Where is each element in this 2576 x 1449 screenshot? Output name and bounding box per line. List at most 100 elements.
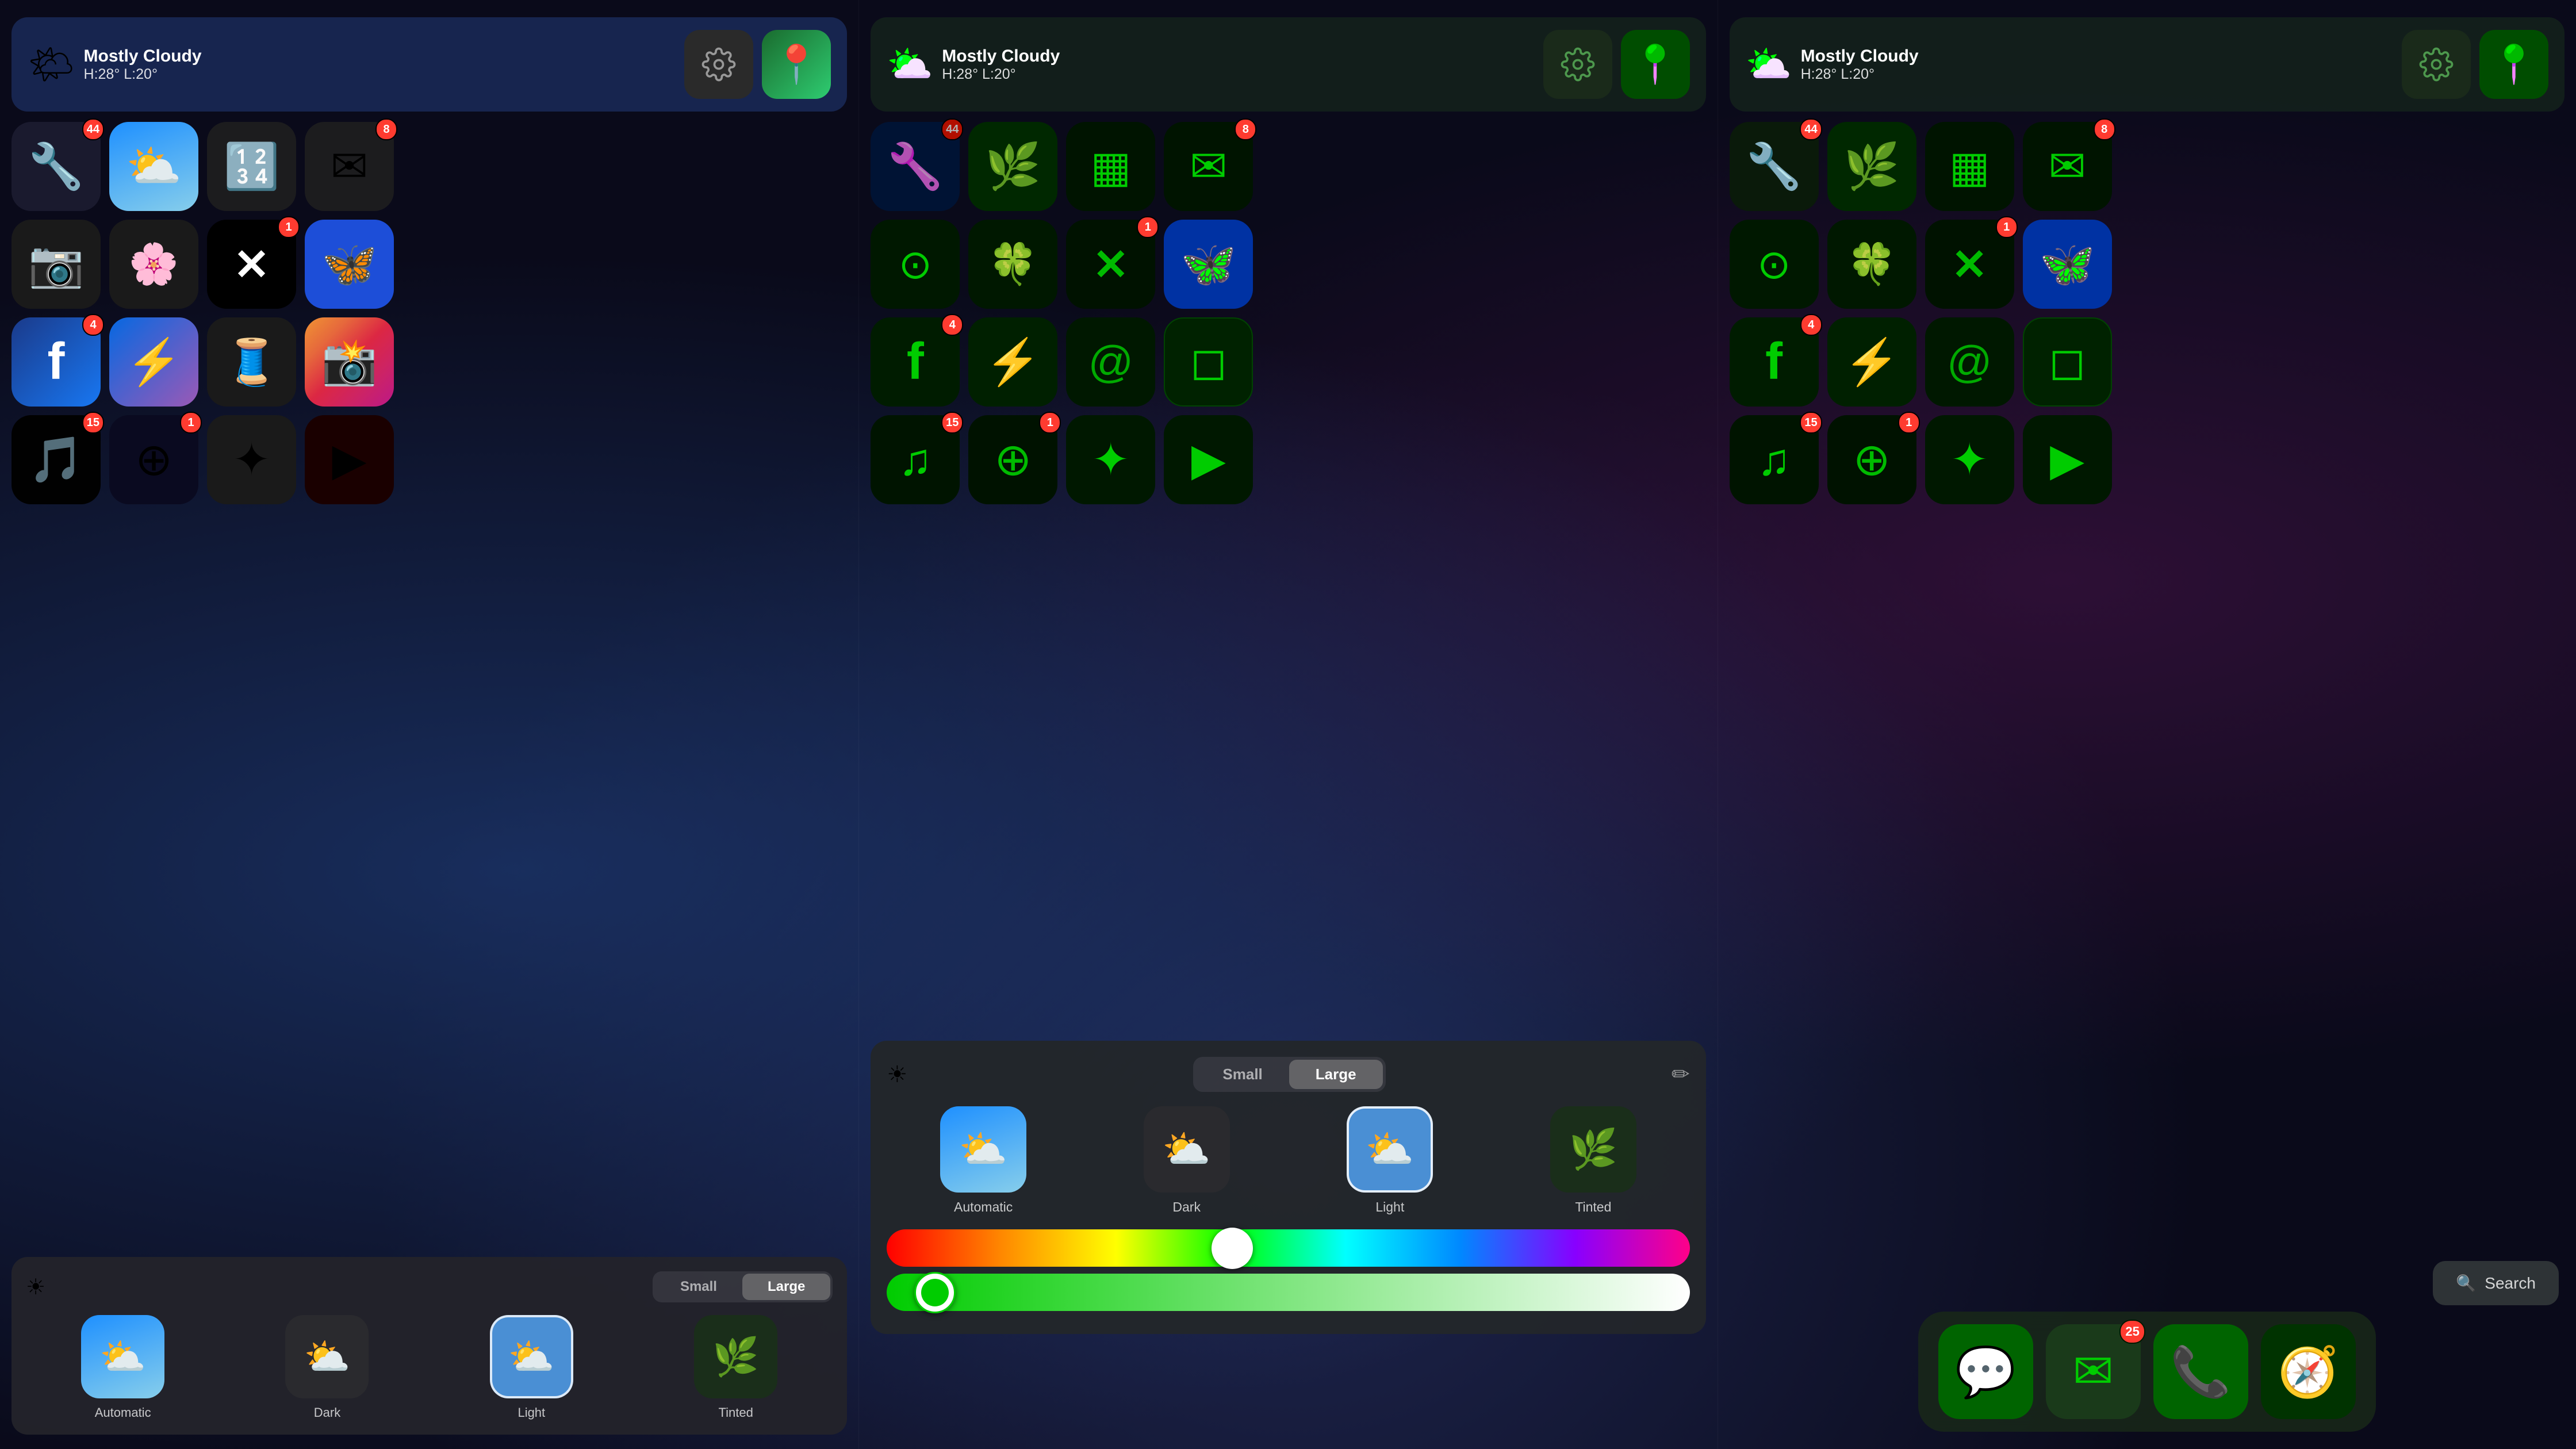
weather-info-col1: Mostly Cloudy H:28° L:20° — [84, 47, 202, 83]
large-btn-small[interactable]: Large — [742, 1274, 830, 1300]
weather-title-col1: Mostly Cloudy — [84, 47, 202, 66]
app-weather-col3[interactable]: 🌿 — [1827, 122, 1916, 211]
green-slider-thumb[interactable] — [914, 1272, 956, 1313]
app-messenger-col1[interactable]: ⚡ — [109, 317, 198, 407]
style-auto-small[interactable]: ⛅ Automatic — [26, 1315, 220, 1420]
app-bluesky-col3[interactable]: 🦋 — [2023, 220, 2112, 309]
weather-icon-col1: 🌤 — [28, 43, 75, 86]
app-capacitor-col2[interactable]: ⊕ 1 — [968, 415, 1057, 504]
app-instruments-col1[interactable]: 🔧 44 — [12, 122, 101, 211]
app-threads-col3[interactable]: @ — [1925, 317, 2014, 407]
app-row-1-col3: 🔧 44 🌿 ▦ ✉ 8 — [1730, 122, 2564, 211]
app-gmail-col1[interactable]: ✉ 8 — [305, 122, 394, 211]
app-instruments-col2[interactable]: 🔧 44 — [871, 122, 960, 211]
app-facebook-col1[interactable]: f 4 — [12, 317, 101, 407]
app-tiktok-col2[interactable]: ♫ 15 — [871, 415, 960, 504]
app-gmail-col2[interactable]: ✉ 8 — [1164, 122, 1253, 211]
app-activity-col2[interactable]: ✦ — [1066, 415, 1155, 504]
rainbow-slider-thumb[interactable] — [1212, 1228, 1253, 1269]
panel-col3-content: ⛅ Mostly Cloudy H:28° L:20° 📍 — [1718, 0, 2576, 1449]
app-twitter-col1[interactable]: ✕ 1 — [207, 220, 296, 309]
green-slider-track[interactable] — [887, 1274, 1689, 1311]
app-row-1-col1: 🔧 44 ⛅ 🔢 ✉ 8 — [12, 122, 847, 211]
app-weather-col1[interactable]: ⛅ — [109, 122, 198, 211]
app-instagram-col2[interactable]: ◻ — [1164, 317, 1253, 407]
settings-icon-col3[interactable] — [2402, 30, 2471, 99]
maps-icon-col1[interactable]: 📍 — [762, 30, 831, 99]
rainbow-slider-track[interactable] — [887, 1229, 1689, 1267]
app-bluesky-col1[interactable]: 🦋 — [305, 220, 394, 309]
small-btn-small[interactable]: Small — [655, 1274, 742, 1300]
small-popup-header: ☀ Small Large — [26, 1271, 833, 1302]
app-calculator-col3[interactable]: ▦ — [1925, 122, 2014, 211]
app-row-4-col1: 🎵 15 ⊕ 1 ✦ ▶ — [12, 415, 847, 504]
app-tiktok-col3[interactable]: ♫ 15 — [1730, 415, 1819, 504]
app-photos-col3[interactable]: 🍀 — [1827, 220, 1916, 309]
app-weather-col2[interactable]: 🌿 — [968, 122, 1057, 211]
app-capacitor-col3[interactable]: ⊕ 1 — [1827, 415, 1916, 504]
weather-info-col3: Mostly Cloudy H:28° L:20° — [1801, 47, 1919, 83]
app-camera-col3[interactable]: ⊙ — [1730, 220, 1819, 309]
style-light-large[interactable]: ⛅ Light — [1293, 1106, 1486, 1215]
settings-icon-col1[interactable] — [684, 30, 753, 99]
app-twitter-col2[interactable]: ✕ 1 — [1066, 220, 1155, 309]
weather-title-col3: Mostly Cloudy — [1801, 47, 1919, 66]
dock-phone[interactable]: 📞 — [2153, 1324, 2248, 1419]
large-btn-large[interactable]: Large — [1289, 1060, 1383, 1089]
small-popup-col1: ☀ Small Large ⛅ Automatic ⛅ Dark — [12, 1257, 847, 1435]
app-activity-col3[interactable]: ✦ — [1925, 415, 2014, 504]
dock-mail[interactable]: ✉ 25 — [2046, 1324, 2141, 1419]
style-dark-small[interactable]: ⛅ Dark — [230, 1315, 424, 1420]
style-tinted-small[interactable]: 🌿 Tinted — [639, 1315, 833, 1420]
small-btn-large[interactable]: Small — [1196, 1060, 1289, 1089]
style-light-small[interactable]: ⛅ Light — [435, 1315, 628, 1420]
panel-col1-content: 🌤 Mostly Cloudy H:28° L:20° 📍 — [0, 0, 858, 1449]
maps-icon-col3[interactable]: 📍 — [2479, 30, 2548, 99]
weather-icon-col3: ⛅ — [1746, 43, 1792, 86]
style-tinted-large[interactable]: 🌿 Tinted — [1497, 1106, 1690, 1215]
app-threads-col2[interactable]: @ — [1066, 317, 1155, 407]
app-messenger-col2[interactable]: ⚡ — [968, 317, 1057, 407]
style-auto-large[interactable]: ⛅ Automatic — [887, 1106, 1080, 1215]
app-youtube-col2[interactable]: ▶ — [1164, 415, 1253, 504]
size-toggle-large[interactable]: Small Large — [1193, 1057, 1385, 1092]
pencil-icon[interactable]: ✏ — [1672, 1061, 1690, 1087]
app-row-2-col3: ⊙ 🍀 ✕ 1 🦋 — [1730, 220, 2564, 309]
size-toggle-small[interactable]: Small Large — [653, 1271, 833, 1302]
dock-compass[interactable]: 🧭 — [2261, 1324, 2356, 1419]
app-bluesky-col2[interactable]: 🦋 — [1164, 220, 1253, 309]
search-icon: 🔍 — [2456, 1274, 2476, 1293]
settings-icon-col2[interactable] — [1543, 30, 1612, 99]
app-row-3-col1: f 4 ⚡ 🧵 📸 — [12, 317, 847, 407]
app-instruments-col3[interactable]: 🔧 44 — [1730, 122, 1819, 211]
search-button-area: 🔍 Search — [2433, 1261, 2559, 1305]
app-tiktok-col1[interactable]: 🎵 15 — [12, 415, 101, 504]
app-capacitor-col1[interactable]: ⊕ 1 — [109, 415, 198, 504]
app-twitter-col3[interactable]: ✕ 1 — [1925, 220, 2014, 309]
app-threads-col1[interactable]: 🧵 — [207, 317, 296, 407]
app-messenger-col3[interactable]: ⚡ — [1827, 317, 1916, 407]
app-facebook-col2[interactable]: f 4 — [871, 317, 960, 407]
app-gmail-col3[interactable]: ✉ 8 — [2023, 122, 2112, 211]
dock-messages[interactable]: 💬 — [1938, 1324, 2033, 1419]
style-options-small: ⛅ Automatic ⛅ Dark ⛅ Light 🌿 Tinted — [26, 1315, 833, 1420]
search-label: Search — [2485, 1274, 2536, 1293]
app-photos-col1[interactable]: 🌸 — [109, 220, 198, 309]
app-youtube-col3[interactable]: ▶ — [2023, 415, 2112, 504]
app-photos-col2[interactable]: 🍀 — [968, 220, 1057, 309]
app-calculator-col1[interactable]: 🔢 — [207, 122, 296, 211]
app-instagram-col1[interactable]: 📸 — [305, 317, 394, 407]
green-slider-container — [887, 1274, 1689, 1311]
app-camera-col2[interactable]: ⊙ — [871, 220, 960, 309]
search-button[interactable]: 🔍 Search — [2433, 1261, 2559, 1305]
large-popup-col2: ☀ Small Large ✏ ⛅ Automatic ⛅ Dark — [871, 1041, 1705, 1334]
maps-icon-col2[interactable]: 📍 — [1621, 30, 1690, 99]
app-facebook-col3[interactable]: f 4 — [1730, 317, 1819, 407]
app-calculator-col2[interactable]: ▦ — [1066, 122, 1155, 211]
style-dark-large[interactable]: ⛅ Dark — [1090, 1106, 1283, 1215]
app-instagram-col3[interactable]: ◻ — [2023, 317, 2112, 407]
app-camera-col1[interactable]: 📷 — [12, 220, 101, 309]
app-youtube-col1[interactable]: ▶ — [305, 415, 394, 504]
main-layout: 🌤 Mostly Cloudy H:28° L:20° 📍 — [0, 0, 2576, 1449]
app-activity-col1[interactable]: ✦ — [207, 415, 296, 504]
